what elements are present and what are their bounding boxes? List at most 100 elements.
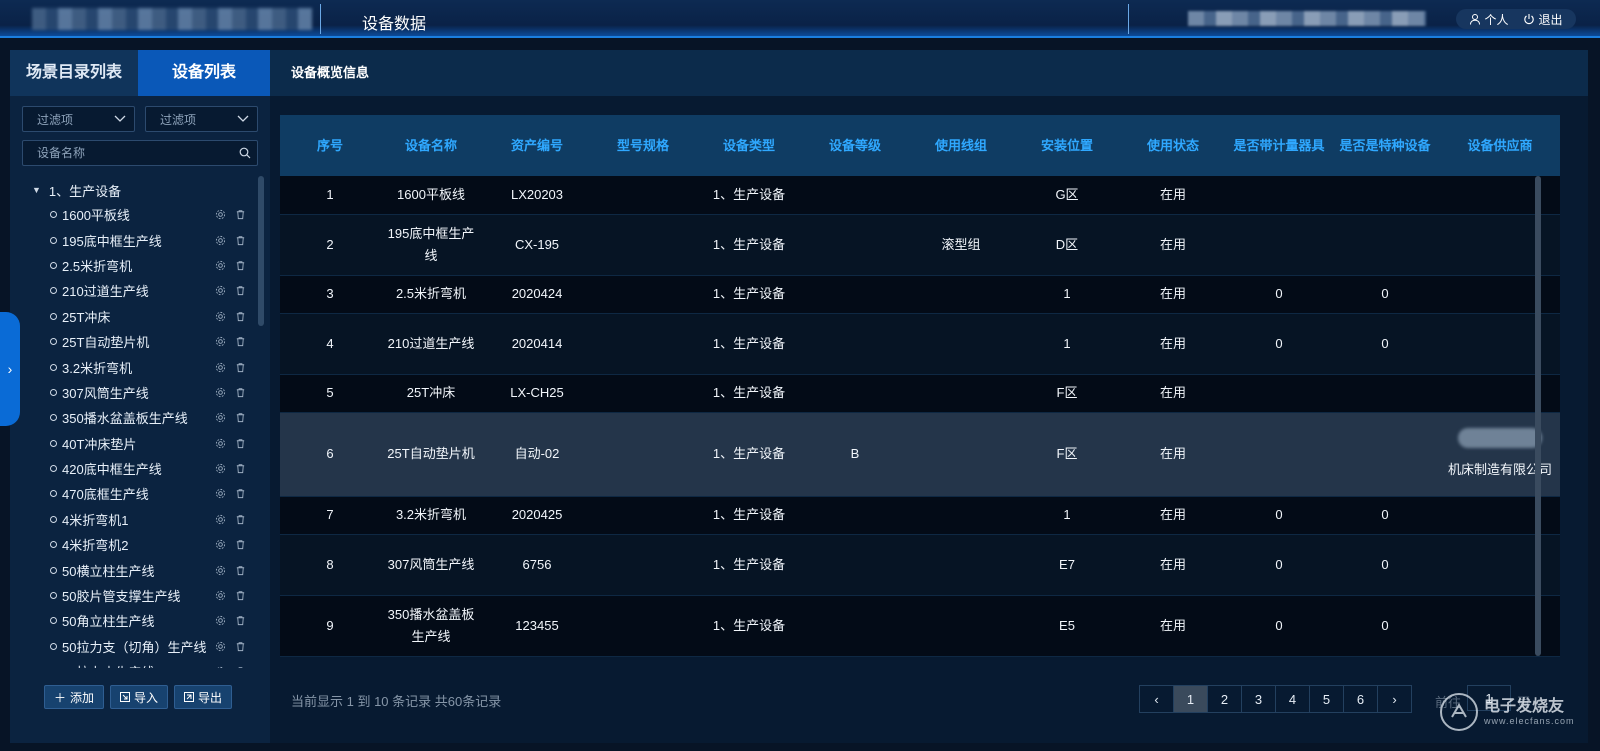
- table-cell: 7: [280, 496, 380, 535]
- trash-icon[interactable]: [235, 488, 246, 499]
- table-row[interactable]: 4 210过道生产线 2020414 1、生产设备 1 在用 0 0: [280, 313, 1560, 375]
- tree-item[interactable]: 40T冲床垫片: [10, 431, 262, 456]
- filter-select-label: 过滤项: [37, 112, 74, 127]
- trash-icon[interactable]: [235, 641, 246, 652]
- tree-item[interactable]: 210过道生产线: [10, 278, 262, 303]
- page-button[interactable]: 5: [1309, 685, 1344, 713]
- tree-item[interactable]: 50角立柱生产线: [10, 608, 262, 633]
- search-icon[interactable]: [239, 147, 251, 159]
- tab-scene-list[interactable]: 场景目录列表: [10, 50, 138, 96]
- table-scrollbar[interactable]: [1535, 176, 1541, 656]
- tree-node-dot-icon: [50, 312, 57, 320]
- filter-select-1[interactable]: 过滤项: [22, 106, 135, 132]
- trash-icon[interactable]: [235, 565, 246, 576]
- device-search-input[interactable]: [37, 146, 227, 160]
- tree-item[interactable]: 350播水盆盖板生产线: [10, 405, 262, 430]
- trash-icon[interactable]: [235, 463, 246, 474]
- tree-item[interactable]: 4米折弯机2: [10, 532, 262, 557]
- page-button[interactable]: 1: [1173, 685, 1208, 713]
- trash-icon[interactable]: [235, 539, 246, 550]
- gear-icon[interactable]: [215, 666, 226, 668]
- filter-select-2[interactable]: 过滤项: [145, 106, 258, 132]
- tree-item-label: 50拉力支生产线: [62, 662, 154, 668]
- trash-icon[interactable]: [235, 235, 246, 246]
- trash-icon[interactable]: [235, 412, 246, 423]
- tree-item[interactable]: 195底中框生产线: [10, 227, 262, 252]
- trash-icon[interactable]: [235, 387, 246, 398]
- trash-icon[interactable]: [235, 590, 246, 601]
- next-page-button[interactable]: ›: [1377, 685, 1412, 713]
- gear-icon[interactable]: [215, 590, 226, 601]
- tree-item[interactable]: 3.2米折弯机: [10, 354, 262, 379]
- add-button[interactable]: ＋ 添加: [44, 685, 105, 709]
- tree-item[interactable]: 470底框生产线: [10, 481, 262, 506]
- tree-item[interactable]: 50横立柱生产线: [10, 557, 262, 582]
- table-row[interactable]: 5 25T冲床 LX-CH25 1、生产设备 F区 在用: [280, 374, 1560, 413]
- table-row[interactable]: 8 307风筒生产线 6756 1、生产设备 E7 在用 0 0: [280, 534, 1560, 596]
- trash-icon[interactable]: [235, 362, 246, 373]
- tree-item[interactable]: 2.5米折弯机: [10, 253, 262, 278]
- page-button[interactable]: 6: [1343, 685, 1378, 713]
- trash-icon[interactable]: [235, 514, 246, 525]
- gear-icon[interactable]: [215, 235, 226, 246]
- export-button[interactable]: 导出: [174, 685, 233, 709]
- tree-root-label: 1、生产设备: [48, 183, 122, 199]
- sidebar-toggle[interactable]: ›: [0, 312, 20, 426]
- table-row[interactable]: 3 2.5米折弯机 2020424 1、生产设备 1 在用 0 0: [280, 275, 1560, 314]
- caret-down-icon[interactable]: ▼: [32, 185, 41, 195]
- trash-icon[interactable]: [235, 615, 246, 626]
- tab-device-list[interactable]: 设备列表: [138, 50, 270, 96]
- gear-icon[interactable]: [215, 463, 226, 474]
- gear-icon[interactable]: [215, 438, 226, 449]
- table-row[interactable]: 6 25T自动垫片机 自动-02 1、生产设备 B F区 在用 机床制造有限公司: [280, 412, 1560, 497]
- trash-icon[interactable]: [235, 285, 246, 296]
- gear-icon[interactable]: [215, 209, 226, 220]
- gear-icon[interactable]: [215, 260, 226, 271]
- trash-icon[interactable]: [235, 311, 246, 322]
- table-row[interactable]: 9 350播水盆盖板生产线 123455 1、生产设备 E5 在用 0 0: [280, 595, 1560, 657]
- gear-icon[interactable]: [215, 311, 226, 322]
- import-button[interactable]: 导入: [110, 685, 169, 709]
- tree-item[interactable]: 420底中框生产线: [10, 456, 262, 481]
- trash-icon[interactable]: [235, 260, 246, 271]
- gear-icon[interactable]: [215, 641, 226, 652]
- gear-icon[interactable]: [215, 336, 226, 347]
- gear-icon[interactable]: [215, 539, 226, 550]
- table-cell: 210过道生产线: [380, 313, 482, 375]
- table-row[interactable]: 7 3.2米折弯机 2020425 1、生产设备 1 在用 0 0: [280, 496, 1560, 535]
- gear-icon[interactable]: [215, 514, 226, 525]
- tree-item[interactable]: 307风筒生产线: [10, 380, 262, 405]
- tree-root-node[interactable]: ▼ 1、生产设备: [10, 178, 262, 202]
- tree-item[interactable]: 50胶片管支撑生产线: [10, 583, 262, 608]
- tree-item[interactable]: 50拉力支（切角）生产线: [10, 634, 262, 659]
- tree-item[interactable]: 50拉力支生产线: [10, 659, 262, 668]
- gear-icon[interactable]: [215, 285, 226, 296]
- gear-icon[interactable]: [215, 362, 226, 373]
- logout-button[interactable]: 退出: [1523, 11, 1563, 28]
- trash-icon[interactable]: [235, 209, 246, 220]
- tree-item[interactable]: 1600平板线: [10, 202, 262, 227]
- table-cell: [804, 176, 906, 215]
- trash-icon[interactable]: [235, 666, 246, 668]
- trash-icon[interactable]: [235, 336, 246, 347]
- table-cell: [906, 313, 1016, 375]
- tree-item[interactable]: 25T自动垫片机: [10, 329, 262, 354]
- page-button[interactable]: 3: [1241, 685, 1276, 713]
- tree-item[interactable]: 4米折弯机1: [10, 507, 262, 532]
- gear-icon[interactable]: [215, 387, 226, 398]
- table-row[interactable]: 2 195底中框生产线 CX-195 1、生产设备 滚型组 D区 在用: [280, 214, 1560, 276]
- profile-button[interactable]: 个人: [1469, 11, 1509, 28]
- tree-item[interactable]: 25T冲床: [10, 304, 262, 329]
- gear-icon[interactable]: [215, 412, 226, 423]
- page-button[interactable]: 2: [1207, 685, 1242, 713]
- table-cell: 350播水盆盖板生产线: [380, 595, 482, 657]
- trash-icon[interactable]: [235, 438, 246, 449]
- gear-icon[interactable]: [215, 488, 226, 499]
- prev-page-button[interactable]: ‹: [1139, 685, 1174, 713]
- page-button[interactable]: 4: [1275, 685, 1310, 713]
- table-row[interactable]: 1 1600平板线 LX20203 1、生产设备 G区 在用: [280, 176, 1560, 215]
- tree-scrollbar[interactable]: [258, 176, 264, 326]
- gear-icon[interactable]: [215, 615, 226, 626]
- table-cell: [906, 595, 1016, 657]
- gear-icon[interactable]: [215, 565, 226, 576]
